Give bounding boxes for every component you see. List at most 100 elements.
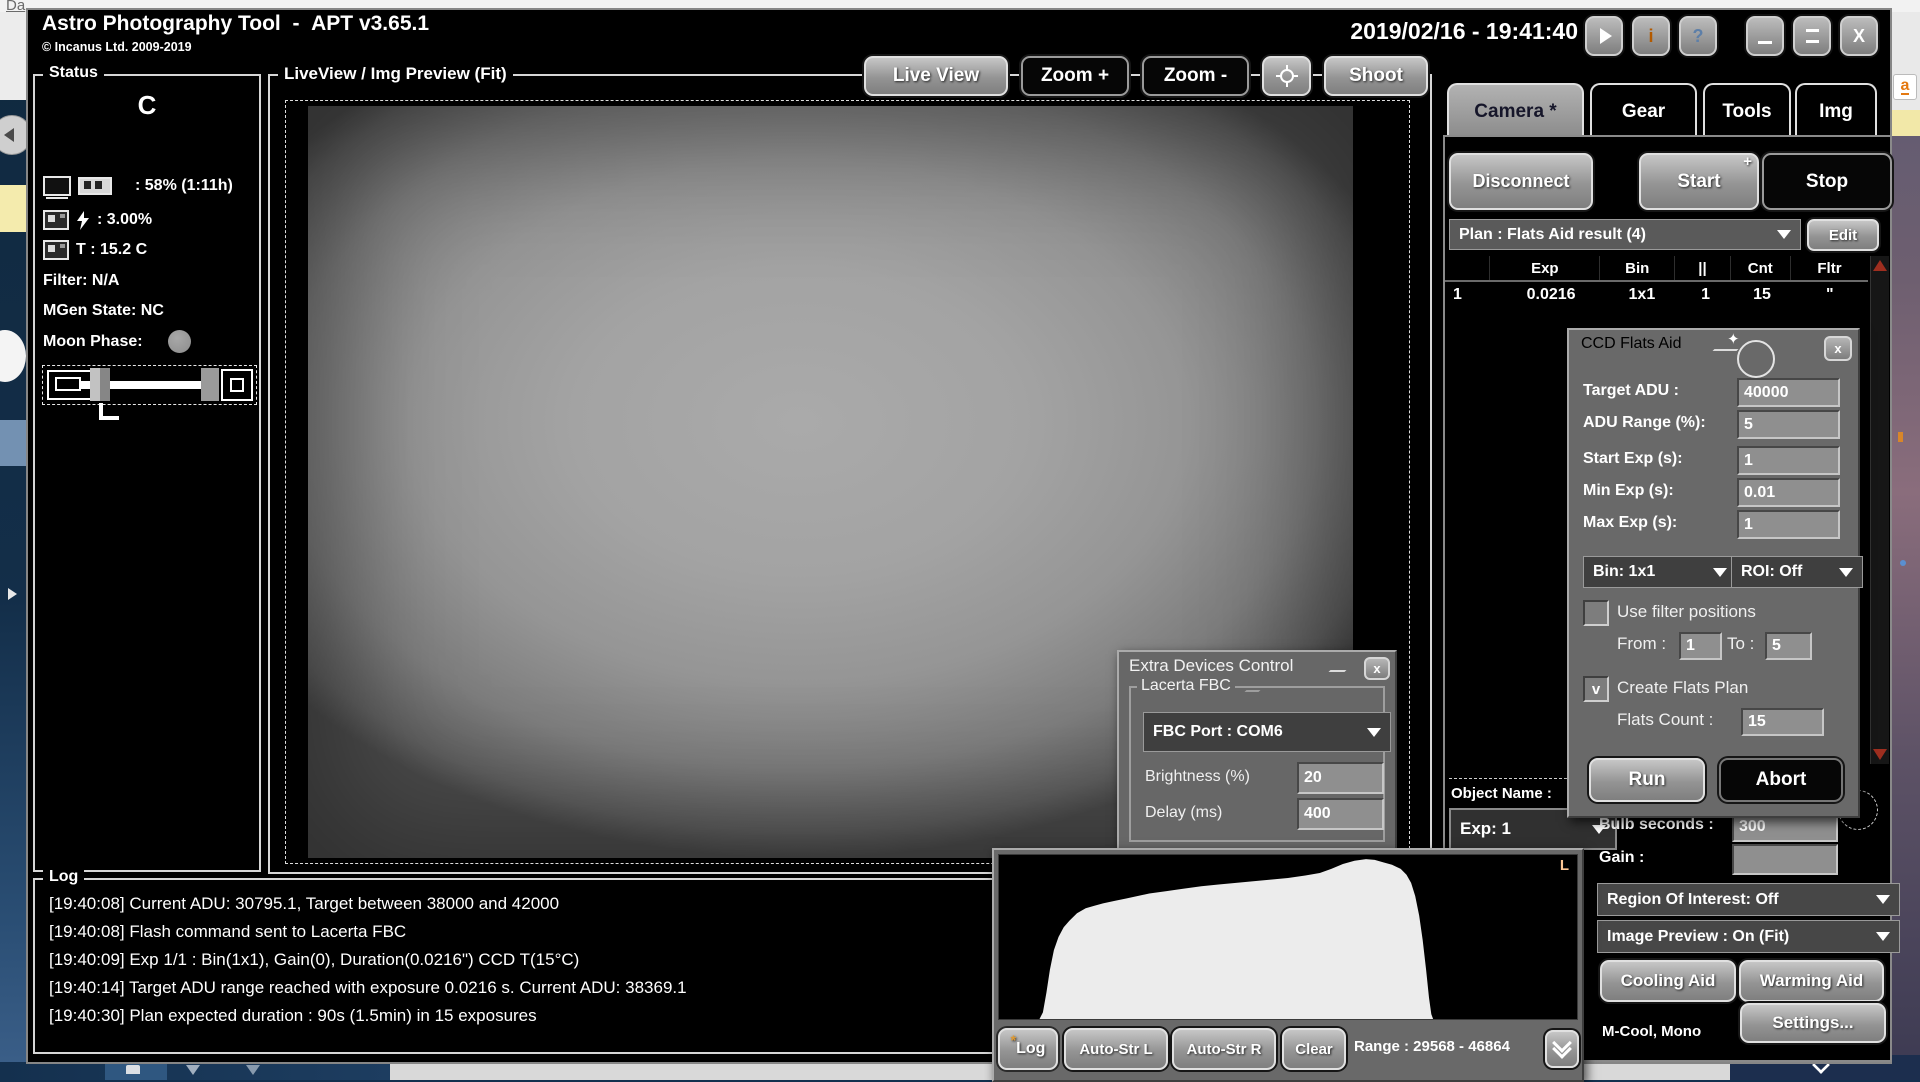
taskbar-chat-icon[interactable] (186, 1065, 200, 1075)
help-button[interactable]: ? (1679, 16, 1717, 56)
histogram-curve (999, 855, 1577, 1019)
start-exp-input[interactable]: 1 (1737, 446, 1840, 475)
flats-bin-select[interactable]: Bin: 1x1 (1583, 556, 1737, 588)
slider-thumb-right[interactable] (201, 368, 219, 401)
ccd-flats-aid-window: CCD Flats Aid ✦ x Target ADU : 40000 ADU… (1567, 328, 1860, 818)
plan-table-header: Exp Bin || Cnt Fltr (1445, 256, 1868, 282)
status-panel-title: Status (43, 64, 104, 82)
temp-text: T : 15.2 C (76, 241, 147, 259)
plan-table-scrollbar[interactable] (1870, 256, 1889, 764)
log-entry: [19:40:09] Exp 1/1 : Bin(1x1), Gain(0), … (49, 946, 993, 974)
amazon-badge[interactable]: a (1893, 74, 1917, 100)
zoom-in-button[interactable]: Zoom + (1021, 56, 1129, 96)
app-version: APT v3.65.1 (311, 12, 429, 35)
shoot-button[interactable]: Shoot (1324, 56, 1428, 96)
run-button[interactable]: Run (1589, 758, 1705, 802)
flash-text: : 3.00% (97, 211, 152, 229)
edit-button[interactable]: Edit (1807, 219, 1879, 251)
battery-icon (78, 177, 112, 195)
flash-status-row: : 3.00% (43, 210, 152, 230)
from-label: From : (1617, 634, 1666, 654)
min-exp-input[interactable]: 0.01 (1737, 478, 1840, 507)
taskbar-left (0, 1062, 390, 1080)
warming-aid-button[interactable]: Warming Aid (1739, 960, 1884, 1002)
create-flats-plan-checkbox[interactable]: v (1583, 676, 1609, 702)
title-notch (1329, 659, 1358, 672)
cloud-shape (0, 330, 26, 382)
slider-thumb[interactable] (90, 368, 110, 401)
liveview-toolbar: Live View Zoom + Zoom - Shoot (864, 56, 1428, 96)
to-input[interactable]: 5 (1765, 632, 1812, 660)
create-flats-plan-label: Create Flats Plan (1617, 678, 1748, 698)
brightness-input[interactable]: 20 (1297, 762, 1384, 794)
histogram-collapse-button[interactable] (1545, 1030, 1579, 1068)
log-entries[interactable]: [19:40:08] Current ADU: 30795.1, Target … (49, 890, 993, 1030)
histogram-log-button[interactable]: * Log (998, 1028, 1058, 1070)
close-button[interactable]: X (1840, 16, 1878, 56)
abort-button[interactable]: Abort (1719, 758, 1843, 802)
adu-range-input[interactable]: 5 (1737, 410, 1840, 439)
flats-aid-close-button[interactable]: x (1824, 336, 1852, 361)
log-panel-title: Log (43, 868, 84, 886)
restore-button[interactable] (1793, 16, 1831, 56)
taskbar-download-icon[interactable] (246, 1065, 260, 1075)
target-adu-input[interactable]: 40000 (1737, 378, 1840, 407)
plan-table-row[interactable]: 1 0.0216 1x1 1 15 " (1445, 282, 1868, 308)
flats-roi-select[interactable]: ROI: Off (1731, 556, 1863, 588)
deco-star-icon: ✦ (1727, 330, 1740, 348)
extra-devices-close-button[interactable]: x (1364, 657, 1390, 680)
stop-button[interactable]: Stop (1762, 153, 1892, 210)
delay-input[interactable]: 400 (1297, 798, 1384, 830)
tab-gear[interactable]: Gear (1590, 83, 1697, 139)
deco-circle (1737, 340, 1775, 378)
use-filter-checkbox[interactable] (1583, 600, 1609, 626)
delay-label: Delay (ms) (1145, 804, 1222, 822)
tab-tools[interactable]: Tools (1703, 83, 1791, 139)
zoom-out-button[interactable]: Zoom - (1142, 56, 1249, 96)
taskbar-folder-icon[interactable] (126, 1065, 140, 1074)
lightning-icon (76, 211, 90, 230)
fbc-port-select[interactable]: FBC Port : COM6 (1143, 712, 1391, 752)
tab-camera[interactable]: Camera * (1447, 83, 1584, 139)
histogram-window: L * Log Auto-Str L Auto-Str R Clear Rang… (992, 848, 1584, 1082)
desktop-left-strip (0, 12, 28, 1080)
disconnect-button[interactable]: Disconnect (1449, 153, 1593, 210)
scroll-down-icon[interactable] (1873, 749, 1887, 760)
play-icon (1600, 28, 1612, 44)
roi-select[interactable]: Region Of Interest: Off (1597, 883, 1900, 916)
from-input[interactable]: 1 (1679, 632, 1722, 660)
info-button[interactable]: i (1632, 16, 1670, 56)
live-view-button[interactable]: Live View (864, 56, 1008, 96)
status-slider[interactable] (42, 365, 257, 405)
play-button[interactable] (1585, 16, 1623, 56)
focus-dashed-line (1449, 778, 1567, 779)
status-panel: Status C : 58% (1:11h) : 3.00% T : 15.2 … (33, 74, 261, 872)
log-entry: [19:40:30] Plan expected duration : 90s … (49, 1002, 993, 1030)
log-entry: [19:40:08] Current ADU: 30795.1, Target … (49, 890, 993, 918)
cooling-aid-button[interactable]: Cooling Aid (1600, 960, 1736, 1002)
slider-corner-mark (99, 403, 119, 420)
auto-stretch-right-button[interactable]: Auto-Str R (1172, 1028, 1276, 1070)
title-separator: - (292, 12, 299, 35)
channel-label: L (1560, 857, 1569, 874)
extra-devices-window: Extra Devices Control x Lacerta FBC FBC … (1117, 650, 1397, 852)
slider-right-cap[interactable] (221, 369, 253, 401)
crosshair-button[interactable] (1262, 56, 1311, 96)
image-preview-select[interactable]: Image Preview : On (Fit) (1597, 920, 1900, 953)
minimize-button[interactable] (1746, 16, 1784, 56)
plan-select[interactable]: Plan : Flats Aid result (4) (1449, 219, 1801, 250)
minimize-icon (1758, 41, 1772, 44)
start-button[interactable]: Start + (1639, 153, 1759, 210)
max-exp-input[interactable]: 1 (1737, 510, 1840, 539)
lacerta-fbc-title: Lacerta FBC (1137, 677, 1235, 695)
flats-count-input[interactable]: 15 (1741, 708, 1824, 736)
auto-stretch-left-button[interactable]: Auto-Str L (1064, 1028, 1168, 1070)
tab-img[interactable]: Img (1795, 83, 1877, 139)
scroll-up-icon[interactable] (1873, 260, 1887, 271)
settings-button[interactable]: Settings... (1740, 1003, 1886, 1043)
computer-icon (43, 176, 71, 196)
filter-status: Filter: N/A (43, 272, 119, 290)
gain-input[interactable] (1732, 844, 1838, 875)
app-title: Astro Photography Tool - APT v3.65.1 (42, 12, 429, 36)
clear-button[interactable]: Clear (1282, 1028, 1346, 1070)
